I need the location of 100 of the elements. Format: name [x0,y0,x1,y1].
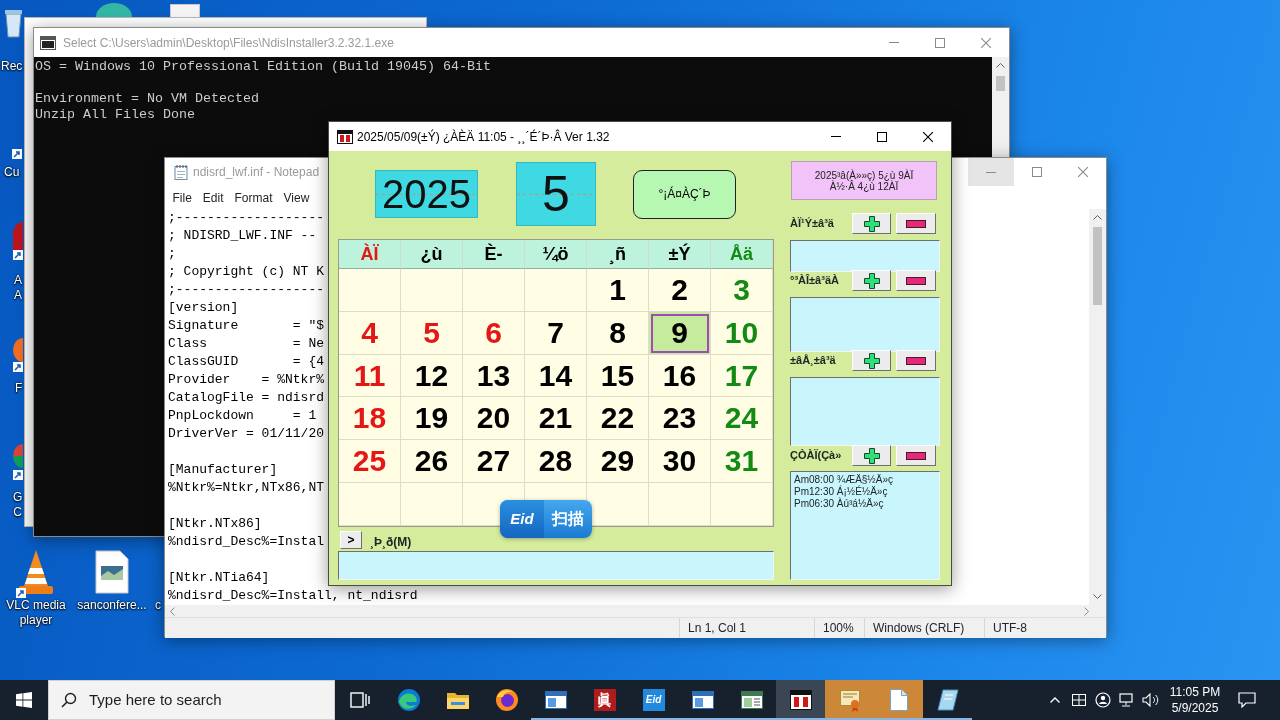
day-cell[interactable]: 19 [401,397,463,441]
chevron-up-icon[interactable] [1050,697,1060,703]
plus-icon[interactable] [863,352,880,369]
menu-item[interactable]: View [278,188,315,207]
day-cell[interactable]: 11 [339,354,401,398]
maximize-icon[interactable] [877,131,887,142]
icon-label[interactable]: G C [13,490,23,520]
day-cell[interactable]: 15 [587,354,649,398]
day-cell[interactable]: 1 [587,269,649,312]
scrollbar-thumb[interactable] [996,76,1005,91]
taskbar-button[interactable]: Eid [629,680,678,720]
scroll-left-icon[interactable] [170,606,175,616]
list-entry[interactable]: Pm06:30 Àú³á½Ä»ç [794,498,884,510]
speaker-icon[interactable] [1142,693,1160,707]
app-logo[interactable]: 眞 [593,689,616,711]
network-icon[interactable] [1119,693,1135,707]
grid-icon[interactable] [1072,694,1086,706]
theme-button[interactable]: °¡Á¤ÀÇ´Þ [633,169,736,219]
bin-icon[interactable] [3,8,23,38]
menu-item[interactable]: Edit [197,188,230,207]
search-field[interactable]: Type here to search [48,680,335,720]
list-field[interactable] [790,377,940,446]
icon-label[interactable]: A A [14,273,22,303]
minimize-icon[interactable] [986,171,996,173]
notebook-icon[interactable] [936,689,959,711]
list-field[interactable] [790,297,940,352]
round-app-icon[interactable] [96,3,132,17]
icon-label[interactable]: VLC media player [0,598,72,628]
day-cell[interactable]: 31 [711,440,773,484]
window-icon[interactable] [691,691,714,709]
remove-button[interactable] [896,213,936,234]
taskbar-button[interactable]: 眞 [580,680,629,720]
add-button[interactable] [852,350,891,371]
list-entry[interactable]: Am08:00 ¾ÆÄ§½Ä»ç [794,474,893,486]
folder-icon[interactable] [445,690,470,710]
icon-label[interactable]: Rec [1,59,23,74]
scrollbar[interactable] [165,605,1106,617]
swirl-icon[interactable] [396,688,421,712]
scrollbar[interactable] [1089,209,1106,605]
add-button[interactable] [852,270,891,291]
start-icon[interactable] [16,692,32,708]
day-cell[interactable]: 28 [525,440,587,484]
shortcut-arrow-icon[interactable] [12,149,22,159]
scroll-up-icon[interactable] [996,63,1005,68]
app-icon[interactable] [13,222,23,260]
day-cell[interactable]: 24 [711,397,773,441]
day-cell[interactable]: 14 [525,354,587,398]
day-cell[interactable]: 10 [711,311,773,355]
app-icon[interactable] [13,338,23,372]
day-cell[interactable]: 4 [339,311,401,355]
image-file-icon[interactable] [95,550,129,594]
day-cell[interactable]: 5 [401,311,463,355]
memo-field[interactable] [338,551,774,580]
remove-button[interactable] [896,270,936,291]
window-icon[interactable] [740,691,763,709]
day-cell[interactable]: 16 [649,354,711,398]
plus-icon[interactable] [863,447,880,464]
icon-label[interactable]: F [15,381,23,396]
day-cell[interactable]: 2 [649,269,711,312]
day-cell[interactable]: 26 [401,440,463,484]
list-entry[interactable]: Pm12:30 Á¡½É½Ä»ç [794,486,888,498]
plus-icon[interactable] [863,215,880,232]
scroll-down-icon[interactable] [1093,594,1102,599]
day-cell[interactable]: 3 [711,269,773,312]
app-icon[interactable] [13,442,23,480]
certificate-icon[interactable] [837,688,862,712]
remove-button[interactable] [896,350,936,371]
day-cell[interactable]: 12 [401,354,463,398]
menu-item[interactable]: Format [229,188,279,207]
browser-icon[interactable] [494,688,519,712]
scrollbar-thumb[interactable] [1093,227,1102,305]
menu-item[interactable]: File [167,188,198,207]
scan-button[interactable]: Eid 扫描 [500,500,592,538]
day-cell[interactable]: 9 [649,311,711,355]
icon-label[interactable]: sanconfere... [72,598,152,613]
day-cell[interactable]: 21 [525,397,587,441]
scroll-right-icon[interactable] [1084,606,1089,616]
person-icon[interactable] [1095,692,1111,708]
day-cell[interactable]: 6 [463,311,525,355]
day-cell[interactable]: 22 [587,397,649,441]
minus-icon[interactable] [906,276,926,285]
day-cell[interactable]: 13 [463,354,525,398]
app-logo[interactable]: Eid [642,689,665,711]
window-icon[interactable] [544,691,567,709]
icon-label[interactable]: Cu [4,165,20,180]
taskbar-button[interactable] [776,680,825,720]
search-icon[interactable] [61,692,77,708]
day-cell[interactable]: 23 [649,397,711,441]
day-cell[interactable]: 30 [649,440,711,484]
notification-icon[interactable] [1238,692,1256,708]
traffic-cone-icon[interactable] [16,548,56,598]
day-cell[interactable]: 25 [339,440,401,484]
remove-button[interactable] [896,445,936,466]
list-field[interactable]: Am08:00 ¾ÆÄ§½Ä»ç Pm12:30 Á¡½É½Ä»ç Pm06:30 Àú³á½Ä»ç [790,471,940,580]
add-button[interactable] [852,213,891,234]
day-cell[interactable]: 27 [463,440,525,484]
day-cell[interactable]: 18 [339,397,401,441]
clock[interactable]: 11:05 PM 5/9/2025 [1163,680,1227,720]
minus-icon[interactable] [906,219,926,228]
document-icon[interactable] [889,689,908,711]
